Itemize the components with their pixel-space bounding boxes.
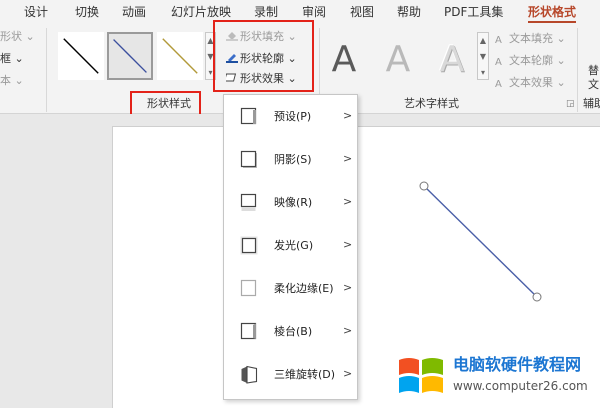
partial-textbox-button[interactable]: 框 ⌄ bbox=[0, 52, 24, 66]
reflection-icon bbox=[240, 193, 257, 211]
wordart-style-embossed[interactable]: A bbox=[430, 38, 474, 82]
text-effects-label: 文本效果 ⌄ bbox=[509, 76, 566, 89]
scroll-up-icon[interactable]: ▲ bbox=[478, 33, 488, 49]
line-start-handle[interactable] bbox=[419, 181, 429, 191]
text-fill-icon: A bbox=[495, 35, 502, 46]
tab-shape-format[interactable]: 形状格式 bbox=[528, 3, 576, 21]
partial-alt-text-button[interactable]: 替 bbox=[588, 64, 599, 78]
group-divider bbox=[577, 28, 578, 112]
tab-slideshow[interactable]: 幻灯片放映 bbox=[171, 3, 231, 21]
menu-label-reflection: 映像(R) bbox=[274, 196, 313, 209]
watermark-site-url: www.computer26.com bbox=[453, 379, 588, 393]
partial-text-button[interactable]: 本 ⌄ bbox=[0, 74, 24, 88]
tab-help[interactable]: 帮助 bbox=[397, 3, 421, 21]
tab-record[interactable]: 录制 bbox=[254, 3, 278, 21]
menu-label-soft-edges: 柔化边缘(E) bbox=[274, 282, 334, 295]
text-fill-label: 文本填充 ⌄ bbox=[509, 32, 566, 45]
tab-design[interactable]: 设计 bbox=[24, 3, 48, 21]
gallery-expand-icon[interactable]: ▾ bbox=[478, 65, 488, 81]
scroll-down-icon[interactable]: ▼ bbox=[478, 49, 488, 65]
wordart-styles-group-label: 艺术字样式 bbox=[404, 97, 459, 110]
text-outline-icon: A bbox=[495, 57, 502, 68]
shape-effects-menu: 预设(P) > 阴影(S) > 映像(R) > 发光(G) > 柔化边缘(E) … bbox=[223, 94, 358, 400]
soft-edges-icon bbox=[240, 279, 257, 297]
group-divider bbox=[46, 28, 47, 112]
dialog-launcher-icon[interactable]: ◲ bbox=[566, 97, 575, 111]
menu-item-reflection[interactable]: 映像(R) > bbox=[224, 185, 357, 221]
3d-rotation-icon bbox=[241, 365, 258, 384]
wordart-style-gray[interactable]: A bbox=[376, 38, 420, 82]
submenu-arrow-icon: > bbox=[343, 367, 353, 380]
menu-label-glow: 发光(G) bbox=[274, 239, 314, 252]
text-outline-label: 文本轮廓 ⌄ bbox=[509, 54, 566, 67]
shape-style-blue-line[interactable] bbox=[107, 32, 153, 80]
wordart-style-dark[interactable]: A bbox=[322, 38, 366, 82]
preset-icon bbox=[240, 107, 257, 125]
menu-item-preset[interactable]: 预设(P) > bbox=[224, 99, 357, 135]
menu-item-soft-edges[interactable]: 柔化边缘(E) > bbox=[224, 271, 357, 307]
windows-logo-icon bbox=[399, 358, 443, 393]
tab-view[interactable]: 视图 bbox=[350, 3, 374, 21]
shadow-icon bbox=[240, 150, 257, 168]
submenu-arrow-icon: > bbox=[343, 281, 353, 294]
line-end-handle[interactable] bbox=[532, 292, 542, 302]
menu-label-shadow: 阴影(S) bbox=[274, 153, 312, 166]
menu-label-preset: 预设(P) bbox=[274, 110, 312, 123]
text-effects-icon: A bbox=[495, 79, 502, 90]
partial-shape-button[interactable]: 形状 ⌄ bbox=[0, 30, 35, 44]
partial-alt-text-label: 文 bbox=[588, 78, 599, 91]
selected-line-shape[interactable] bbox=[415, 178, 545, 306]
wordart-gallery-scroll[interactable]: ▲ ▼ ▾ bbox=[477, 32, 489, 80]
text-outline-button[interactable]: A 文本轮廓 ⌄ bbox=[495, 54, 566, 68]
active-tab-underline bbox=[528, 21, 576, 23]
tab-transitions[interactable]: 切换 bbox=[75, 3, 99, 21]
menu-item-3d-rotation[interactable]: 三维旋转(D) > bbox=[224, 357, 357, 393]
shape-style-gold-line[interactable] bbox=[157, 32, 203, 80]
submenu-arrow-icon: > bbox=[343, 152, 353, 165]
text-fill-button[interactable]: A 文本填充 ⌄ bbox=[495, 32, 566, 46]
watermark-site-title: 电脑软硬件教程网 bbox=[453, 355, 582, 374]
menu-label-bevel: 棱台(B) bbox=[274, 325, 313, 338]
tab-review[interactable]: 审阅 bbox=[302, 3, 326, 21]
accessibility-group-label: 辅助 bbox=[583, 97, 600, 110]
menu-item-glow[interactable]: 发光(G) > bbox=[224, 228, 357, 264]
submenu-arrow-icon: > bbox=[343, 238, 353, 251]
submenu-arrow-icon: > bbox=[343, 195, 353, 208]
tab-pdf-tools[interactable]: PDF工具集 bbox=[444, 3, 503, 21]
glow-icon bbox=[240, 236, 258, 255]
tab-animations[interactable]: 动画 bbox=[122, 3, 146, 21]
menu-label-3d-rotation: 三维旋转(D) bbox=[274, 368, 336, 381]
submenu-arrow-icon: > bbox=[343, 109, 353, 122]
menu-item-shadow[interactable]: 阴影(S) > bbox=[224, 142, 357, 178]
bevel-icon bbox=[240, 322, 257, 340]
shape-style-black-line[interactable] bbox=[58, 32, 104, 80]
text-effects-button[interactable]: A 文本效果 ⌄ bbox=[495, 76, 566, 90]
highlight-box-shape-buttons bbox=[213, 20, 314, 92]
submenu-arrow-icon: > bbox=[343, 324, 353, 337]
menu-item-bevel[interactable]: 棱台(B) > bbox=[224, 314, 357, 350]
